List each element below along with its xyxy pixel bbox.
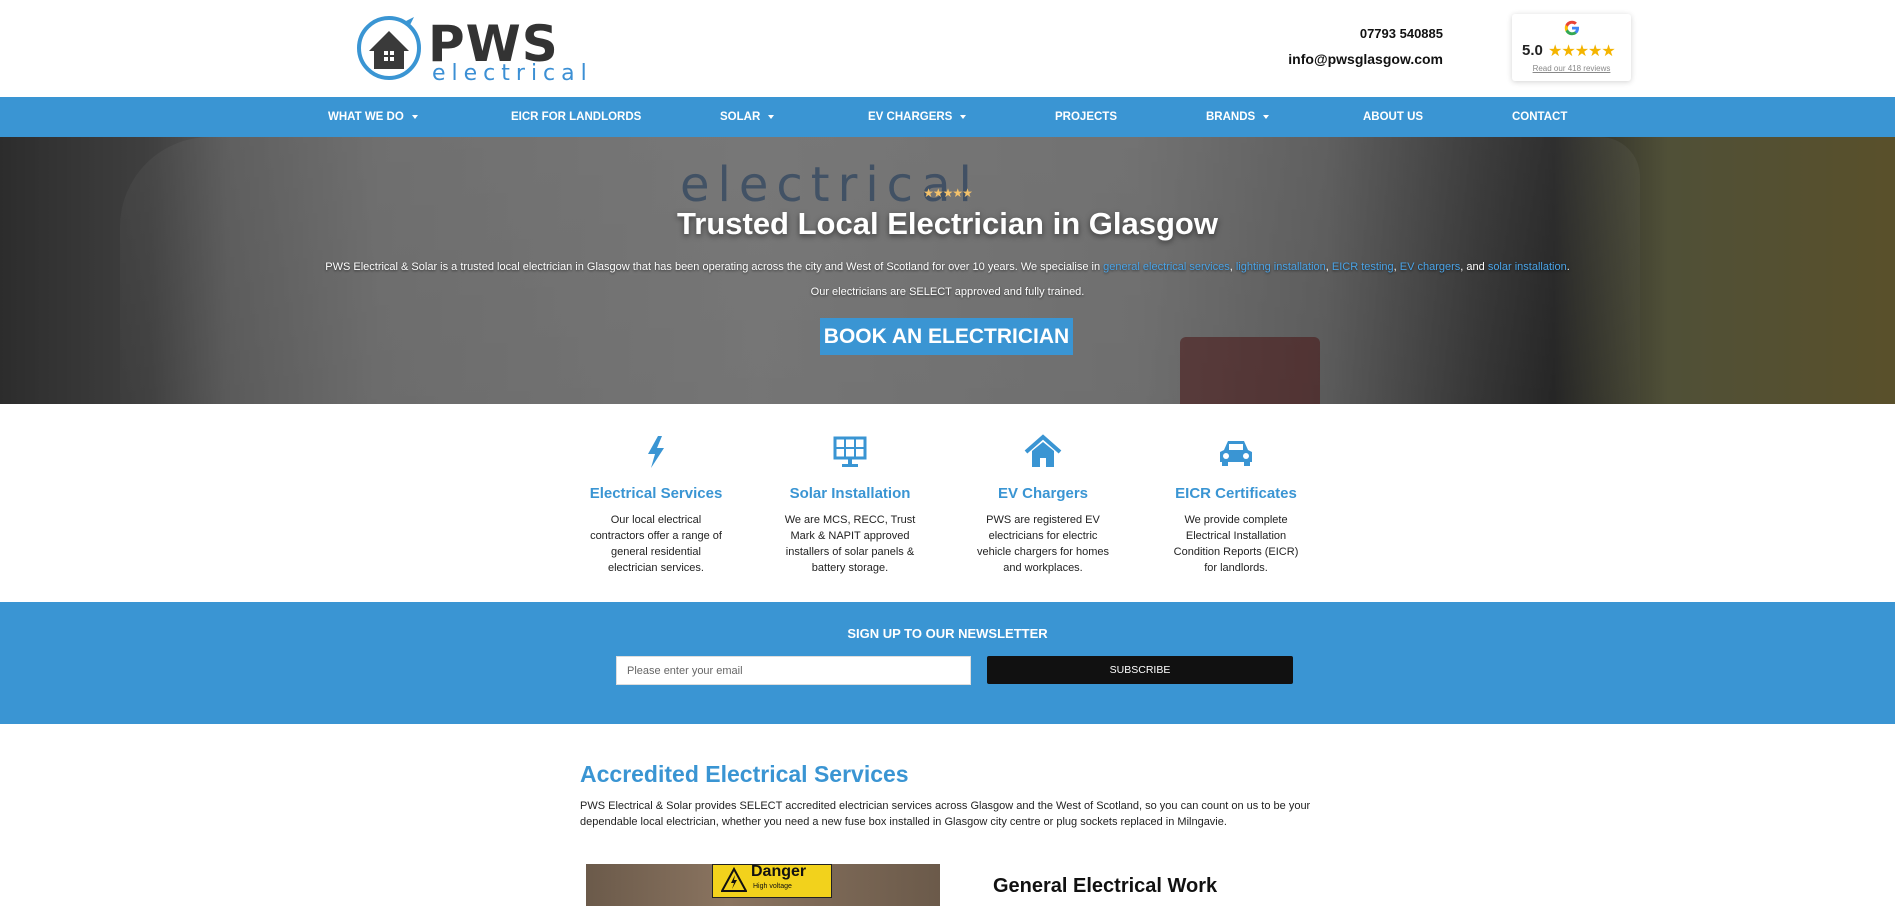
accredited-description: PWS Electrical & Solar provides SELECT a… xyxy=(580,800,1311,828)
feature-title: EICR Certificates xyxy=(1175,485,1297,502)
chevron-down-icon xyxy=(411,114,418,119)
link-general-electrical[interactable]: general electrical services xyxy=(1103,261,1230,273)
header-contact: 07793 540885 info@pwsglasgow.com xyxy=(1288,26,1443,67)
newsletter-email-input[interactable] xyxy=(616,656,971,685)
link-lighting-installation[interactable]: lighting installation xyxy=(1236,261,1326,273)
nav-label: PROJECTS xyxy=(1055,111,1117,123)
nav-item-solar[interactable]: SOLAR xyxy=(720,97,775,137)
feature-eicr-certificates[interactable]: EICR Certificates We provide complete El… xyxy=(1166,434,1306,576)
rating-stars: ★★★★★ xyxy=(1548,43,1616,60)
email-link[interactable]: info@pwsglasgow.com xyxy=(1288,51,1443,67)
nav-label: EICR FOR LANDLORDS xyxy=(511,111,642,123)
danger-sign-subtitle: High voltage xyxy=(753,883,792,890)
site-header: PWS electrical 07793 540885 info@pwsglas… xyxy=(0,0,1895,97)
chevron-down-icon xyxy=(768,114,775,119)
link-ev-chargers[interactable]: EV chargers xyxy=(1400,261,1461,273)
danger-sign-title: Danger xyxy=(751,864,807,880)
features-section: Electrical Services Our local electrical… xyxy=(0,404,1895,602)
nav-item-contact[interactable]: CONTACT xyxy=(1512,97,1567,137)
nav-item-what-we-do[interactable]: WHAT WE DO xyxy=(328,97,418,137)
danger-sign: Danger High voltage xyxy=(712,864,832,898)
nav-label: ABOUT US xyxy=(1363,111,1424,123)
warning-icon xyxy=(721,867,747,892)
feature-title: Solar Installation xyxy=(789,485,911,502)
feature-text: PWS are registered EV electricians for e… xyxy=(976,514,1110,574)
danger-sign-image: Danger High voltage xyxy=(586,864,940,906)
and-text: , and xyxy=(1460,261,1488,273)
nav-item-brands[interactable]: BRANDS xyxy=(1206,97,1270,137)
nav-label: SOLAR xyxy=(720,111,761,123)
chevron-down-icon xyxy=(960,114,967,119)
accredited-title: Accredited Electrical Services xyxy=(580,761,909,787)
chevron-down-icon xyxy=(1263,114,1270,119)
lightning-icon xyxy=(648,436,664,468)
hero-desc-line2: Our electricians are SELECT approved and… xyxy=(810,286,1085,298)
nav-item-eicr-for-landlords[interactable]: EICR FOR LANDLORDS xyxy=(511,97,641,137)
hero-desc-line1: PWS Electrical & Solar is a trusted loca… xyxy=(325,261,1570,273)
feature-solar-installation[interactable]: Solar Installation We are MCS, RECC, Tru… xyxy=(780,434,920,576)
phone-link[interactable]: 07793 540885 xyxy=(1288,26,1443,41)
pws-logo[interactable]: PWS electrical xyxy=(356,13,587,86)
home-icon xyxy=(1024,434,1062,467)
nav-label: EV CHARGERS xyxy=(868,111,953,123)
nav-label: BRANDS xyxy=(1206,111,1256,123)
main-nav: WHAT WE DO EICR FOR LANDLORDS SOLAR EV C… xyxy=(0,97,1895,137)
feature-title: EV Chargers xyxy=(997,485,1089,502)
feature-electrical-services[interactable]: Electrical Services Our local electrical… xyxy=(586,434,726,576)
link-solar-installation[interactable]: solar installation xyxy=(1488,261,1567,273)
subscribe-button[interactable]: SUBSCRIBE xyxy=(987,656,1293,684)
read-reviews-link[interactable]: Read our 418 reviews xyxy=(1512,64,1631,73)
book-electrician-button[interactable]: BOOK AN ELECTRICIAN xyxy=(820,318,1073,355)
newsletter-section: SIGN UP TO OUR NEWSLETTER SUBSCRIBE xyxy=(0,602,1895,724)
nav-label: CONTACT xyxy=(1512,111,1568,123)
hero-stars: ★★★★★ xyxy=(923,186,973,200)
nav-item-about-us[interactable]: ABOUT US xyxy=(1363,97,1423,137)
logo-subtext: electrical xyxy=(432,61,593,86)
hero-desc-text: PWS Electrical & Solar is a trusted loca… xyxy=(325,261,1104,273)
nav-item-projects[interactable]: PROJECTS xyxy=(1055,97,1117,137)
feature-ev-chargers[interactable]: EV Chargers PWS are registered EV electr… xyxy=(973,434,1113,576)
feature-text: Our local electrical contractors offer a… xyxy=(590,514,722,574)
feature-text: We are MCS, RECC, Trust Mark & NAPIT app… xyxy=(784,514,916,574)
feature-title: Electrical Services xyxy=(589,485,723,502)
house-logo-icon xyxy=(357,16,421,80)
car-icon xyxy=(1220,441,1252,466)
google-icon xyxy=(1564,20,1579,36)
newsletter-title: SIGN UP TO OUR NEWSLETTER xyxy=(847,626,1048,641)
feature-text: We provide complete Electrical Installat… xyxy=(1173,514,1299,574)
nav-item-ev-chargers[interactable]: EV CHARGERS xyxy=(868,97,967,137)
google-rating-widget[interactable]: 5.0 ★★★★★ Read our 418 reviews xyxy=(1512,14,1631,81)
general-electrical-title: General Electrical Work xyxy=(993,875,1218,897)
solar-panel-icon xyxy=(833,436,867,467)
link-eicr-testing[interactable]: EICR testing xyxy=(1332,261,1394,273)
nav-label: WHAT WE DO xyxy=(328,111,404,123)
rating-score: 5.0 xyxy=(1522,42,1543,59)
hero-description: PWS Electrical & Solar is a trusted loca… xyxy=(0,255,1895,305)
hero-title: Trusted Local Electrician in Glasgow xyxy=(677,206,1218,241)
